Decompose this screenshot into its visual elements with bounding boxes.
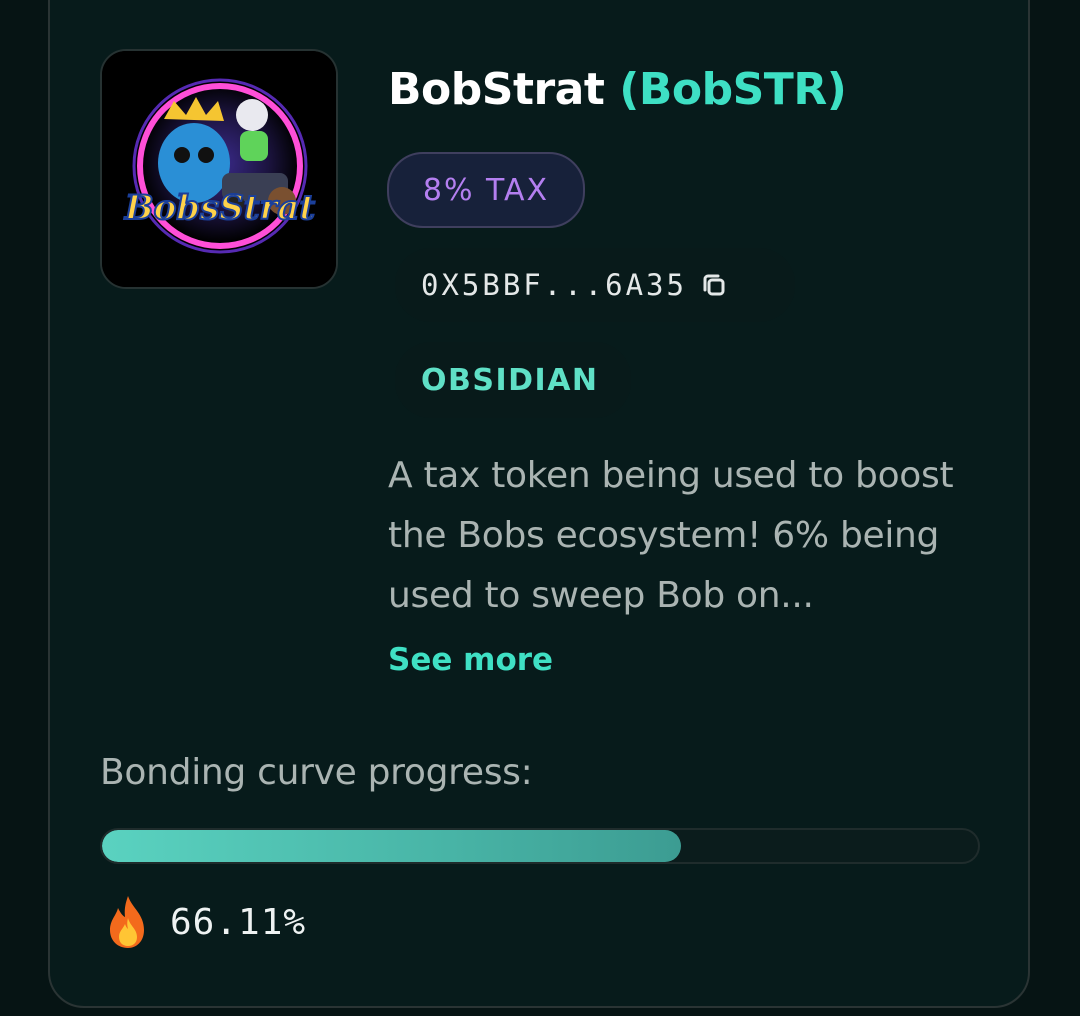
token-logo-wordmark: BobsStrat — [124, 188, 316, 228]
progress-readout: 66.11% — [104, 894, 306, 950]
contract-address-pill[interactable]: 0X5BBF...6A35 — [395, 248, 795, 322]
see-more-link[interactable]: See more — [388, 642, 553, 678]
token-title: BobStrat (BobSTR) — [388, 64, 847, 115]
copy-icon[interactable] — [699, 270, 729, 300]
bonding-curve-progress-bar — [100, 828, 980, 864]
token-description: A tax token being used to boost the Bobs… — [388, 455, 954, 616]
contract-address: 0X5BBF...6A35 — [421, 268, 687, 302]
bonding-curve-progress-fill — [102, 830, 682, 862]
platform-badge[interactable]: OBSIDIAN — [395, 342, 631, 418]
token-logo-art: BobsStrat — [102, 51, 336, 287]
token-ticker: (BobSTR) — [619, 64, 847, 115]
fire-icon — [110, 896, 144, 948]
token-name: BobStrat — [388, 64, 605, 115]
token-logo: BobsStrat — [100, 49, 338, 289]
tax-badge: 8% TAX — [387, 152, 585, 228]
progress-percent: 66.11% — [170, 901, 307, 943]
bonding-curve-label: Bonding curve progress: — [100, 752, 533, 793]
